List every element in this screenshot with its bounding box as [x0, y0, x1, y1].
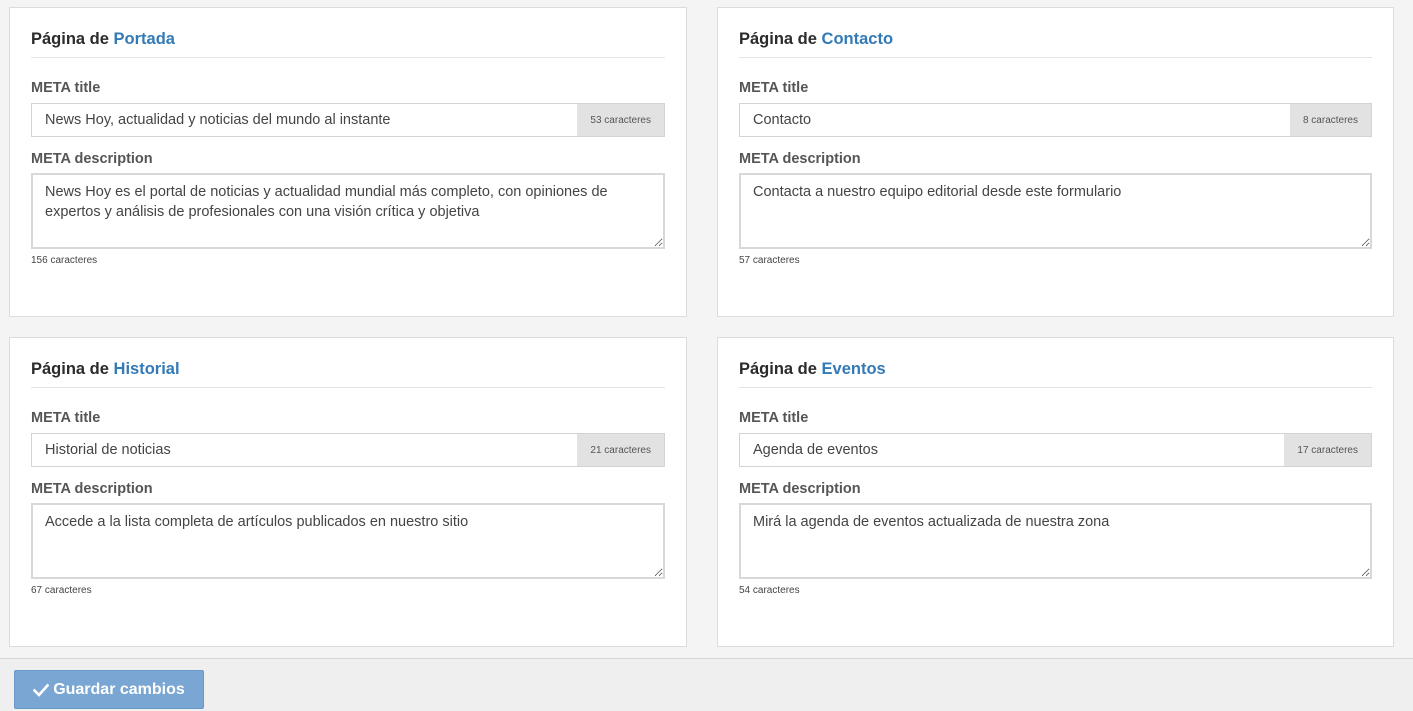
meta-description-label: META description: [739, 151, 861, 167]
meta-description-label: META description: [31, 151, 153, 167]
card-title-prefix: Página de: [739, 30, 817, 48]
save-changes-button[interactable]: Guardar cambios: [14, 670, 204, 709]
meta-title-label: META title: [31, 410, 101, 426]
card-title: Página de Contacto: [739, 8, 1372, 58]
card-title-page-name: Portada: [113, 30, 175, 48]
meta-title-input[interactable]: [740, 434, 1285, 466]
meta-title-char-count: 8 caracteres: [1289, 104, 1371, 136]
meta-title-input-group: 53 caracteres: [31, 103, 665, 137]
meta-description-char-count: 67 caracteres: [31, 585, 92, 596]
card-title: Página de Eventos: [739, 338, 1372, 388]
meta-description-char-count: 57 caracteres: [739, 255, 800, 266]
meta-title-label: META title: [739, 80, 809, 96]
check-icon: [33, 683, 50, 697]
page-card-eventos: Página de Eventos META title 17 caracter…: [717, 337, 1394, 647]
card-title-page-name: Contacto: [821, 30, 894, 48]
page-card-portada: Página de Portada META title 53 caracter…: [9, 7, 687, 317]
card-title-prefix: Página de: [31, 30, 109, 48]
meta-description-textarea[interactable]: [31, 173, 665, 249]
page-card-historial: Página de Historial META title 21 caract…: [9, 337, 687, 647]
meta-title-label: META title: [739, 410, 809, 426]
meta-title-input-group: 17 caracteres: [739, 433, 1372, 467]
meta-title-char-count: 21 caracteres: [577, 434, 664, 466]
meta-title-input-group: 21 caracteres: [31, 433, 665, 467]
meta-title-label: META title: [31, 80, 101, 96]
meta-title-input[interactable]: [32, 104, 578, 136]
seo-pages-grid: Página de Portada META title 53 caracter…: [0, 0, 1413, 658]
meta-description-char-count: 156 caracteres: [31, 255, 98, 266]
card-title-page-name: Historial: [113, 360, 180, 378]
meta-title-input[interactable]: [740, 104, 1290, 136]
card-title-prefix: Página de: [739, 360, 817, 378]
page-card-contacto: Página de Contacto META title 8 caracter…: [717, 7, 1394, 317]
meta-title-input-group: 8 caracteres: [739, 103, 1372, 137]
meta-description-label: META description: [31, 481, 153, 497]
meta-title-char-count: 53 caracteres: [577, 104, 664, 136]
meta-title-char-count: 17 caracteres: [1284, 434, 1371, 466]
card-title: Página de Portada: [31, 8, 665, 58]
save-changes-label: Guardar cambios: [53, 680, 185, 698]
meta-title-input[interactable]: [32, 434, 578, 466]
meta-description-char-count: 54 caracteres: [739, 585, 800, 596]
card-title: Página de Historial: [31, 338, 665, 388]
meta-description-textarea[interactable]: [739, 503, 1372, 579]
meta-description-label: META description: [739, 481, 861, 497]
card-title-prefix: Página de: [31, 360, 109, 378]
form-footer: Guardar cambios: [0, 658, 1413, 711]
meta-description-textarea[interactable]: [739, 173, 1372, 249]
card-title-page-name: Eventos: [821, 360, 886, 378]
meta-description-textarea[interactable]: [31, 503, 665, 579]
